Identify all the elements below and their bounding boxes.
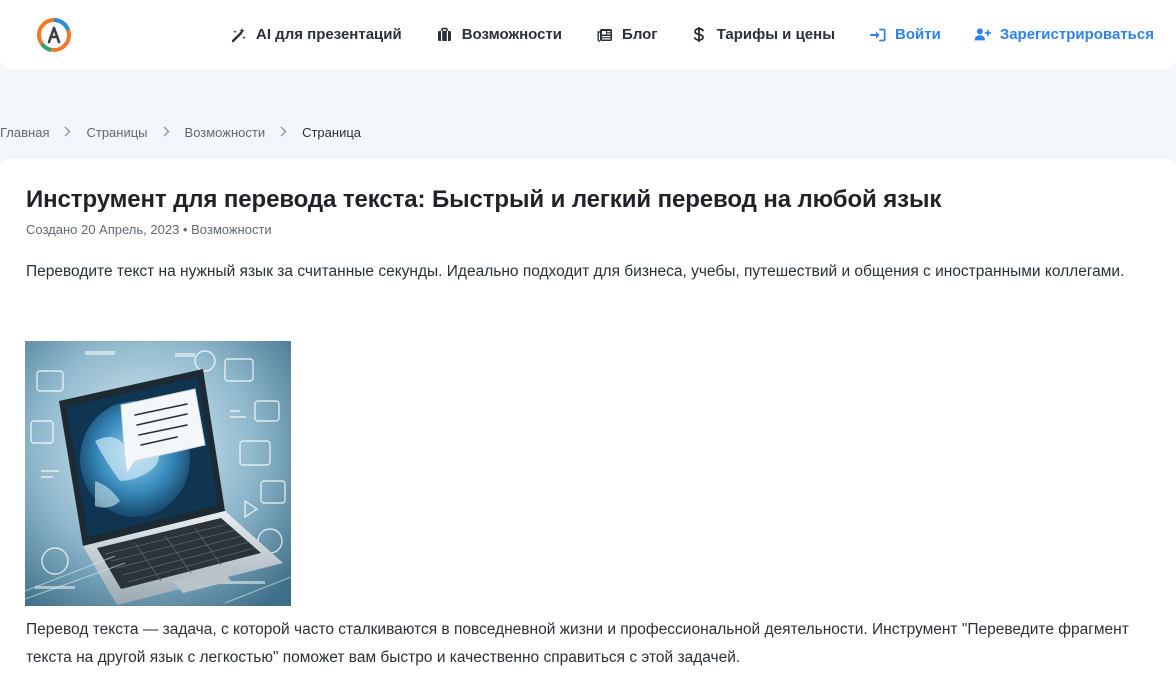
sign-in-icon [869,26,886,43]
breadcrumb-pages[interactable]: Страницы [86,125,147,140]
chevron-right-icon [280,124,287,140]
nav-blog-label: Блог [622,26,658,43]
chevron-right-icon [163,124,170,140]
magic-wand-icon [230,26,247,43]
nav-register-label: Зарегистрироваться [999,26,1154,43]
hero-image-laptop-translation [25,341,291,606]
article-body-paragraph: Перевод текста — задача, с которой часто… [26,621,1129,666]
page-title: Инструмент для перевода текста: Быстрый … [26,186,942,213]
nav-ai-presentations[interactable]: AI для презентаций [230,26,402,43]
user-plus-icon [974,26,991,43]
dollar-icon [691,26,708,43]
article-lead: Переводите текст на нужный язык за счита… [26,263,1125,280]
newspaper-icon [596,26,613,43]
chevron-right-icon [64,124,71,140]
article-category-link[interactable]: Возможности [191,222,272,237]
nav-pricing[interactable]: Тарифы и цены [691,26,835,43]
nav-features-label: Возможности [461,26,563,43]
article-card: Инструмент для перевода текста: Быстрый … [0,159,1176,677]
nav-register[interactable]: Зарегистрироваться [974,26,1154,43]
nav-login-label: Войти [895,26,941,43]
nav-ai-presentations-label: AI для презентаций [256,26,402,43]
article-meta: Создано 20 Апрель, 2023 • Возможности [26,222,272,237]
site-header: AI для презентаций Возможности Блог Тари… [0,0,1176,69]
breadcrumb: Главная Страницы Возможности Страница [0,122,361,142]
article-date: Создано 20 Апрель, 2023 [26,222,180,237]
breadcrumb-home[interactable]: Главная [0,125,49,140]
main-nav: AI для презентаций Возможности Блог Тари… [230,0,1154,69]
breadcrumb-features[interactable]: Возможности [185,125,266,140]
breadcrumb-current: Страница [302,124,362,140]
nav-login[interactable]: Войти [869,26,941,43]
briefcase-icon [436,26,453,43]
nav-blog[interactable]: Блог [596,26,658,43]
logo-letter-a-icon[interactable] [37,18,71,52]
meta-separator: • [182,222,188,237]
nav-pricing-label: Тарифы и цены [716,26,836,43]
nav-features[interactable]: Возможности [436,26,562,43]
